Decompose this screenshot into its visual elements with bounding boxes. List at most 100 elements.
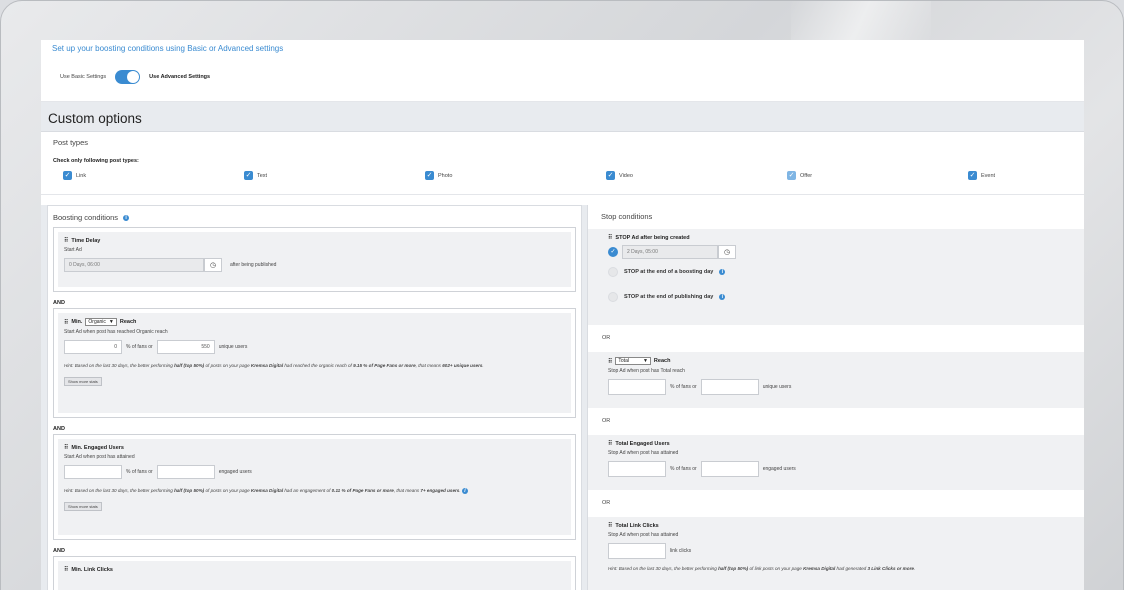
drag-handle-icon[interactable]: ⠿: [64, 237, 69, 244]
clock-icon[interactable]: ◷: [204, 258, 222, 272]
post-type-link[interactable]: ✓ Link: [63, 171, 86, 180]
min-engaged-field-row: % of fans or engaged users: [64, 465, 565, 479]
or-separator: OR: [602, 500, 611, 506]
drag-handle-icon[interactable]: ⠿: [608, 522, 613, 529]
engaged-percent-input[interactable]: [64, 465, 122, 479]
checkbox-checked-icon[interactable]: ✓: [787, 171, 796, 180]
checkbox-checked-icon[interactable]: ✓: [968, 171, 977, 180]
stop-engaged-percent-input[interactable]: [608, 461, 666, 477]
post-type-offer[interactable]: ✓ Offer: [787, 171, 812, 180]
stop-ad-title[interactable]: ⠿ STOP Ad after being created: [608, 234, 1078, 242]
boosting-conditions-panel: Boosting conditions i ⠿ Time Delay Start…: [47, 205, 582, 590]
or-separator: OR: [602, 335, 611, 341]
stop-ad-field-row: ✓ 2 Days, 05:00 ◷: [608, 245, 1078, 259]
stop-reach-block: ⠿ Total ▼ Reach Stop Ad when post has To…: [588, 352, 1084, 408]
show-more-stats-button[interactable]: Show more stats: [64, 377, 102, 386]
stop-engaged-block: ⠿ Total Engaged Users Stop Ad when post …: [588, 435, 1084, 490]
percent-label: % of fans or: [670, 466, 697, 472]
stop-publishing-day-option[interactable]: STOP at the end of publishing day i: [608, 292, 1078, 302]
stop-link-clicks-sub: Stop Ad when post has attained: [608, 532, 679, 538]
info-icon[interactable]: i: [461, 488, 468, 494]
percent-label: % of fans or: [126, 344, 153, 350]
time-delay-title[interactable]: ⠿ Time Delay: [64, 237, 565, 245]
card-title-text: Min. Engaged Users: [71, 444, 124, 451]
post-type-video[interactable]: ✓ Video: [606, 171, 633, 180]
radio-selected-icon[interactable]: ✓: [608, 247, 618, 257]
or-separator: OR: [602, 418, 611, 424]
drag-handle-icon[interactable]: ⠿: [64, 444, 69, 451]
stop-ad-block: ⠿ STOP Ad after being created ✓ 2 Days, …: [588, 229, 1084, 325]
post-type-label: Event: [981, 172, 996, 179]
info-icon[interactable]: i: [719, 269, 726, 275]
drag-handle-icon[interactable]: ⠿: [608, 440, 613, 447]
info-icon[interactable]: i: [719, 294, 726, 300]
stop-link-clicks-input[interactable]: [608, 543, 666, 559]
stop-reach-title[interactable]: ⠿ Total ▼ Reach: [608, 357, 1078, 365]
checkbox-checked-icon[interactable]: ✓: [63, 171, 72, 180]
stop-reach-users-input[interactable]: [700, 379, 759, 395]
post-types-panel: Post types Check only following post typ…: [41, 132, 1084, 195]
radio-empty-icon[interactable]: [608, 267, 618, 277]
min-reach-field-row: 0 % of fans or 550 unique users: [64, 340, 565, 354]
stop-conditions-panel: Stop conditions ⠿ STOP Ad after being cr…: [587, 205, 1084, 590]
boosting-conditions-title: Boosting conditions i: [53, 210, 576, 225]
engaged-users-input[interactable]: [156, 465, 215, 479]
time-delay-suffix: after being published: [230, 262, 277, 268]
min-link-clicks-title[interactable]: ⠿ Min. Link Clicks: [64, 566, 565, 574]
card-title-text: Total Link Clicks: [615, 522, 659, 529]
reach-type-value: Total: [618, 358, 629, 364]
stop-reach-percent-input[interactable]: [608, 379, 666, 395]
stop-engaged-users-input[interactable]: [700, 461, 759, 477]
checkbox-checked-icon[interactable]: ✓: [425, 171, 434, 180]
post-type-label: Text: [257, 172, 268, 179]
drag-handle-icon[interactable]: ⠿: [64, 566, 69, 573]
post-type-text[interactable]: ✓ Text: [244, 171, 267, 180]
min-link-clicks-card: ⠿ Min. Link Clicks: [53, 556, 576, 590]
clock-icon[interactable]: ◷: [718, 245, 736, 259]
percent-label: % of fans or: [670, 384, 697, 390]
settings-mode-toggle-row: Use Basic Settings Use Advanced Settings: [52, 70, 1073, 84]
card-title-text: Min. Link Clicks: [71, 566, 113, 573]
radio-empty-icon[interactable]: [608, 292, 618, 302]
reach-type-value: Organic: [88, 319, 106, 325]
intro-link[interactable]: Set up your boosting conditions using Ba…: [52, 44, 1073, 53]
post-types-subtitle: Check only following post types:: [53, 158, 139, 164]
option-label: STOP at the end of publishing day: [624, 294, 714, 300]
stop-ad-time-input[interactable]: 2 Days, 05:00: [622, 245, 718, 259]
card-title-suffix: Reach: [653, 358, 671, 364]
reach-percent-input[interactable]: 0: [64, 340, 122, 354]
post-types-row: ✓ Link ✓ Text ✓ Photo ✓ Video ✓ Offer ✓ …: [53, 171, 1072, 185]
time-delay-card: ⠿ Time Delay Start Ad 0 Days, 06:00 ◷ af…: [53, 227, 576, 292]
stop-link-clicks-block: ⠿ Total Link Clicks Stop Ad when post ha…: [588, 517, 1084, 590]
min-engaged-sub: Start Ad when post has attained: [64, 454, 135, 460]
stop-boosting-day-option[interactable]: STOP at the end of a boosting day i: [608, 267, 1078, 277]
reach-type-select[interactable]: Organic ▼: [85, 318, 117, 326]
min-reach-title[interactable]: ⠿ Min. Organic ▼ Reach: [64, 318, 565, 326]
stop-engaged-title[interactable]: ⠿ Total Engaged Users: [608, 440, 1078, 448]
card-title-text: STOP Ad after being created: [615, 234, 690, 241]
min-reach-card: ⠿ Min. Organic ▼ Reach Start Ad when pos…: [53, 308, 576, 418]
users-label: engaged users: [218, 469, 252, 475]
info-icon[interactable]: i: [123, 214, 130, 221]
post-type-photo[interactable]: ✓ Photo: [425, 171, 452, 180]
stop-link-clicks-hint: Hint: Based on the last 30 days, the bet…: [608, 566, 916, 571]
min-engaged-title[interactable]: ⠿ Min. Engaged Users: [64, 444, 565, 452]
checkbox-checked-icon[interactable]: ✓: [606, 171, 615, 180]
boosting-conditions-label: Boosting conditions: [53, 213, 119, 222]
reach-users-input[interactable]: 550: [156, 340, 215, 354]
checkbox-checked-icon[interactable]: ✓: [244, 171, 253, 180]
card-title-text: Time Delay: [71, 237, 101, 244]
drag-handle-icon[interactable]: ⠿: [64, 319, 69, 326]
clicks-label: link clicks: [670, 548, 692, 554]
stop-reach-type-select[interactable]: Total ▼: [615, 357, 651, 365]
settings-mode-switch[interactable]: [115, 70, 141, 84]
basic-settings-label[interactable]: Use Basic Settings: [60, 74, 106, 80]
post-type-label: Offer: [800, 172, 813, 179]
stop-link-clicks-title[interactable]: ⠿ Total Link Clicks: [608, 522, 1078, 530]
drag-handle-icon[interactable]: ⠿: [608, 234, 613, 241]
advanced-settings-label[interactable]: Use Advanced Settings: [149, 74, 210, 80]
time-delay-input[interactable]: 0 Days, 06:00: [64, 258, 204, 272]
post-type-event[interactable]: ✓ Event: [968, 171, 995, 180]
drag-handle-icon[interactable]: ⠿: [608, 358, 613, 365]
show-more-stats-button[interactable]: Show more stats: [64, 502, 102, 511]
